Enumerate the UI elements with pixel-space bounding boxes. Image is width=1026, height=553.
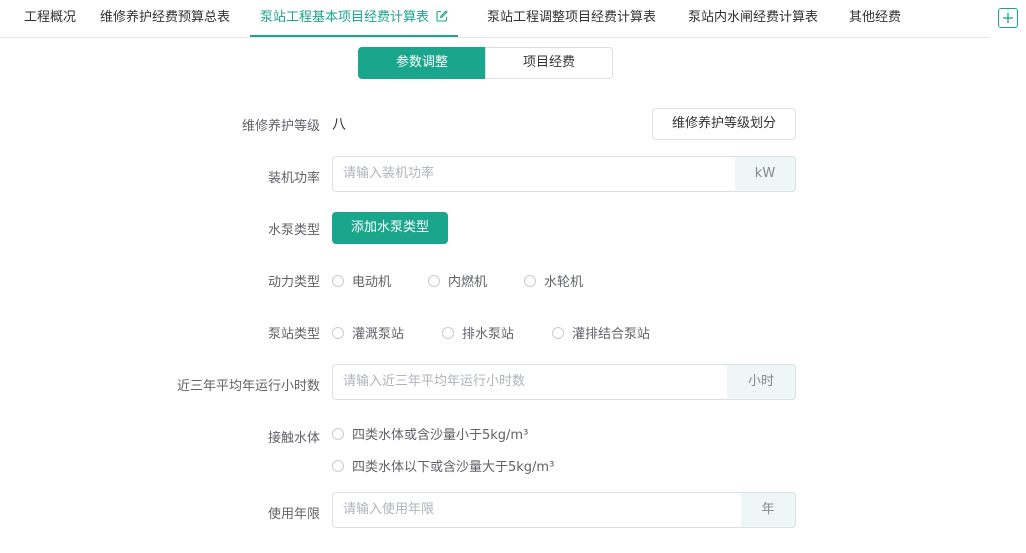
tab-label: 泵站工程调整项目经费计算表 [487,10,657,25]
segment-params[interactable]: 参数调整 [358,47,486,79]
radio-circle [332,460,344,472]
radio-label: 水轮机 [544,275,584,290]
tab-label: 泵站工程基本项目经费计算表 [260,10,430,25]
tab-label: 工程概况 [24,10,77,25]
edit-icon[interactable] [436,1,448,22]
years-input-group: 请输入使用年限 年 [332,492,796,528]
years-label: 使用年限 [267,507,320,522]
tab-budget-summary[interactable]: 维修养护经费预算总表 [100,0,230,36]
radio-water-turbine[interactable]: 水轮机 [524,271,583,290]
radio-water-class-low-sediment[interactable]: 四类水体或含沙量小于5kg/m³ [332,424,528,443]
add-pump-type-button[interactable]: 添加水泵类型 [332,212,448,244]
drive-type-label: 动力类型 [267,275,320,290]
station-type-label: 泵站类型 [267,327,320,342]
hours-label: 近三年平均年运行小时数 [176,379,320,394]
radio-irrigation-station[interactable]: 灌溉泵站 [332,323,404,342]
radio-label: 电动机 [352,275,392,290]
radio-label: 内燃机 [448,275,488,290]
tab-overview[interactable]: 工程概况 [24,0,76,36]
hours-input-group: 请输入近三年平均年运行小时数 小时 [332,364,796,400]
radio-circle [332,327,344,339]
plus-icon [1003,13,1013,23]
years-unit: 年 [741,492,796,528]
radio-water-class-high-sediment[interactable]: 四类水体以下或含沙量大于5kg/m³ [332,456,554,475]
radio-drainage-station[interactable]: 排水泵站 [442,323,514,342]
add-tab-button[interactable] [998,8,1018,28]
radio-label: 灌溉泵站 [352,327,405,342]
level-classify-button[interactable]: 维修养护等级划分 [652,108,796,140]
water-label: 接触水体 [267,431,320,446]
radio-circle [552,327,564,339]
tab-sluice-funds[interactable]: 泵站内水闸经费计算表 [688,0,818,36]
radio-electric-motor[interactable]: 电动机 [332,271,391,290]
hours-input[interactable]: 请输入近三年平均年运行小时数 [332,364,728,400]
radio-circle [428,275,440,287]
radio-label: 排水泵站 [462,327,515,342]
radio-circle [524,275,536,287]
tab-bar: 工程概况 维修养护经费预算总表 泵站工程基本项目经费计算表 泵站工程调整项目经费… [0,0,990,38]
tab-label: 泵站内水闸经费计算表 [688,10,819,25]
radio-circle [332,428,344,440]
radio-circle [442,327,454,339]
years-input[interactable]: 请输入使用年限 [332,492,742,528]
power-input[interactable]: 请输入装机功率 [332,156,736,192]
power-input-group: 请输入装机功率 kW [332,156,796,192]
radio-label: 四类水体以下或含沙量大于5kg/m³ [352,460,555,475]
pump-type-label: 水泵类型 [267,223,320,238]
power-label: 装机功率 [267,171,320,186]
level-label: 维修养护等级 [241,119,320,134]
tab-adjust-project-funds[interactable]: 泵站工程调整项目经费计算表 [487,0,656,36]
radio-label: 四类水体或含沙量小于5kg/m³ [352,428,529,443]
radio-combustion-engine[interactable]: 内燃机 [428,271,487,290]
radio-circle [332,275,344,287]
hours-unit: 小时 [727,364,796,400]
power-unit: kW [735,156,796,192]
tab-other-funds[interactable]: 其他经费 [849,0,901,36]
radio-label: 灌排结合泵站 [572,327,651,342]
level-value: 八 [332,117,346,133]
tab-basic-project-funds[interactable]: 泵站工程基本项目经费计算表 [250,0,459,37]
radio-combined-station[interactable]: 灌排结合泵站 [552,323,650,342]
tab-label: 维修养护经费预算总表 [100,10,231,25]
tab-label: 其他经费 [849,10,902,25]
segment-funds[interactable]: 项目经费 [485,47,613,79]
